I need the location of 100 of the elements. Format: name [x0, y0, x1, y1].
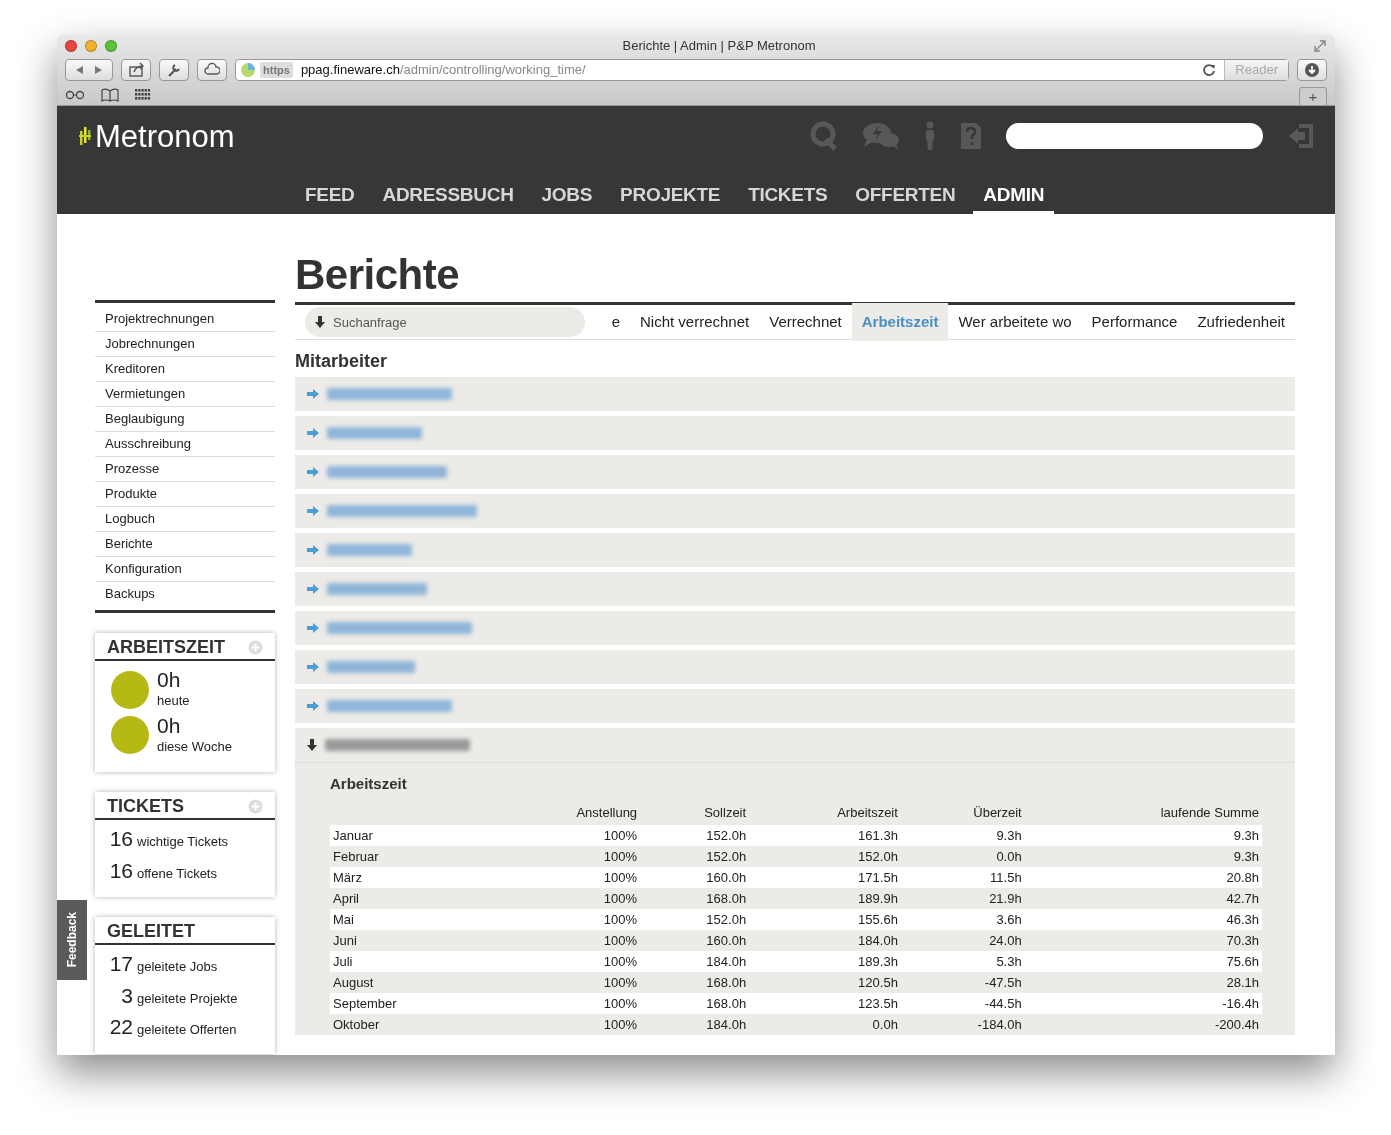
- feedback-tab[interactable]: Feedback: [57, 900, 87, 980]
- bookmarks-icon[interactable]: [101, 88, 119, 102]
- sidebar-link[interactable]: Produkte: [95, 482, 275, 507]
- table-cell: August: [330, 972, 489, 993]
- share-button[interactable]: [121, 59, 151, 81]
- downloads-button[interactable]: [1297, 59, 1327, 81]
- help-document-icon[interactable]: [960, 122, 982, 150]
- table-cell: 21.9h: [900, 888, 1025, 909]
- down-arrow-icon: [307, 739, 317, 751]
- status-circle: [111, 716, 149, 755]
- table-cell: 46.3h: [1024, 909, 1262, 930]
- report-tab[interactable]: Nicht verrechnet: [630, 303, 760, 341]
- right-arrow-icon: [307, 506, 319, 516]
- right-arrow-icon: [307, 545, 319, 555]
- sidebar-link[interactable]: Konfiguration: [95, 557, 275, 582]
- hours-label: heute: [157, 692, 190, 710]
- employee-row[interactable]: [295, 494, 1295, 528]
- sidebar-link[interactable]: Beglaubigung: [95, 407, 275, 432]
- close-button[interactable]: [65, 40, 77, 52]
- tools-button[interactable]: [159, 59, 189, 81]
- fullscreen-icon[interactable]: [1313, 39, 1327, 53]
- cloud-button[interactable]: [197, 59, 227, 81]
- employee-row[interactable]: [295, 455, 1295, 489]
- count-link[interactable]: wichtige Tickets: [137, 832, 229, 852]
- count-link[interactable]: geleitete Offerten: [137, 1020, 237, 1040]
- page-title: Berichte: [295, 254, 461, 296]
- chat-bubbles-icon[interactable]: [862, 121, 900, 151]
- widget-title: ARBEITSZEIT: [107, 636, 226, 658]
- employee-row[interactable]: [295, 689, 1295, 723]
- window-title: Berichte | Admin | P&P Metronom: [621, 37, 817, 56]
- nav-link[interactable]: TICKETS: [738, 180, 838, 214]
- grid-icon[interactable]: [135, 89, 151, 101]
- table-cell: 28.1h: [1024, 972, 1262, 993]
- table-cell: 11.5h: [900, 867, 1025, 888]
- count-link[interactable]: geleitete Jobs: [137, 957, 218, 977]
- sidebar-link[interactable]: Logbuch: [95, 507, 275, 532]
- sidebar-link[interactable]: Berichte: [95, 532, 275, 557]
- person-icon[interactable]: [924, 121, 936, 151]
- table-cell: 189.9h: [749, 888, 901, 909]
- table-cell: -184.0h: [900, 1014, 1025, 1035]
- report-tab[interactable]: Performance: [1081, 303, 1188, 341]
- employee-row[interactable]: [295, 611, 1295, 645]
- employee-row[interactable]: [295, 377, 1295, 411]
- report-tab[interactable]: Zufriedenheit: [1187, 303, 1295, 341]
- column-header: Sollzeit: [640, 799, 750, 825]
- employee-row[interactable]: [295, 416, 1295, 450]
- reading-list-icon[interactable]: [65, 90, 85, 100]
- count-link[interactable]: geleitete Projekte: [137, 988, 238, 1008]
- logout-icon[interactable]: [1287, 122, 1315, 150]
- table-cell: 100%: [488, 888, 641, 909]
- add-circle-icon[interactable]: [248, 639, 263, 655]
- sidebar-link[interactable]: Prozesse: [95, 457, 275, 482]
- hours-label: diese Woche: [157, 737, 232, 756]
- sidebar-link[interactable]: Ausschreibung: [95, 432, 275, 457]
- table-cell: 20.8h: [1024, 867, 1262, 888]
- table-cell: 9.3h: [1024, 825, 1262, 846]
- reload-icon[interactable]: [1202, 63, 1217, 77]
- logo-text[interactable]: Metronom: [95, 120, 235, 152]
- column-header: Arbeitszeit: [749, 799, 901, 825]
- nav-link[interactable]: PROJEKTE: [610, 180, 731, 214]
- sidebar-link[interactable]: Backups: [95, 582, 275, 606]
- table-cell: 184.0h: [749, 930, 901, 951]
- table-cell: Februar: [330, 846, 489, 867]
- nav-link[interactable]: FEED: [295, 180, 365, 214]
- table-cell: 0.0h: [900, 846, 1025, 867]
- table-cell: 24.0h: [900, 930, 1025, 951]
- report-tab[interactable]: e: [611, 303, 630, 341]
- count-value: 22: [109, 1016, 133, 1038]
- nav-link[interactable]: JOBS: [531, 180, 603, 214]
- sidebar-link[interactable]: Jobrechnungen: [95, 332, 275, 357]
- sidebar-link[interactable]: Projektrechnungen: [95, 307, 275, 332]
- employee-row[interactable]: [295, 572, 1295, 606]
- count-value: 17: [109, 953, 133, 975]
- zoom-button[interactable]: [105, 40, 117, 52]
- sidebar-link[interactable]: Vermietungen: [95, 382, 275, 407]
- add-circle-icon[interactable]: [248, 798, 263, 814]
- search-field[interactable]: [1006, 123, 1263, 149]
- table-cell: 160.0h: [640, 930, 750, 951]
- employee-row[interactable]: [295, 728, 1295, 762]
- table-cell: 5.3h: [900, 951, 1025, 972]
- count-value: 16: [109, 828, 133, 850]
- count-link[interactable]: offene Tickets: [137, 863, 217, 883]
- address-bar[interactable]: https ppag.fineware.ch/admin/controlling/working_time/ Reader: [235, 59, 1289, 81]
- employee-row[interactable]: [295, 650, 1295, 684]
- report-tab[interactable]: Verrechnet: [759, 303, 852, 341]
- nav-link[interactable]: ADRESSBUCH: [372, 180, 524, 214]
- table-cell: April: [330, 888, 489, 909]
- search-field[interactable]: Suchanfrage: [305, 307, 585, 337]
- nav-link[interactable]: OFFERTEN: [845, 180, 966, 214]
- report-tab[interactable]: Wer arbeitete wo: [948, 303, 1082, 341]
- minimize-button[interactable]: [85, 40, 97, 52]
- employee-row[interactable]: [295, 533, 1295, 567]
- table-cell: 160.0h: [640, 867, 750, 888]
- right-arrow-icon: [307, 662, 319, 672]
- sidebar-link[interactable]: Kreditoren: [95, 357, 275, 382]
- quick-search-icon[interactable]: [810, 121, 838, 151]
- nav-link[interactable]: ADMIN: [973, 180, 1055, 214]
- right-arrow-icon: [307, 467, 319, 477]
- back-forward-button[interactable]: [65, 59, 113, 81]
- new-tab-button[interactable]: +: [1299, 87, 1327, 105]
